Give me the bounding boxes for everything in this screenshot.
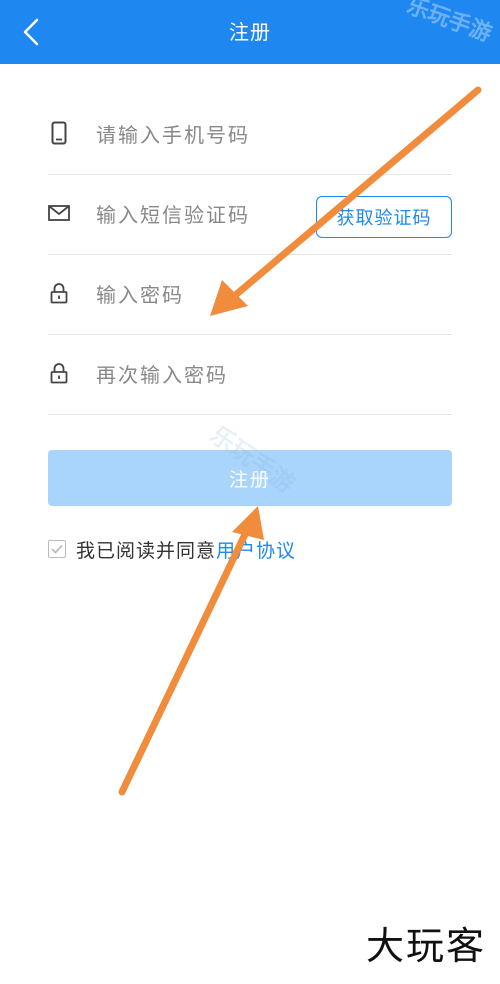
agreement-text: 我已阅读并同意	[76, 539, 217, 562]
register-page: 注册 乐玩手游 获取验证码	[0, 0, 500, 984]
brand-logo: 大玩客	[365, 924, 486, 968]
agreement-checkbox[interactable]	[48, 540, 66, 558]
sms-code-input[interactable]	[94, 194, 298, 236]
check-icon	[51, 544, 63, 554]
password-field-row	[48, 254, 452, 335]
top-bar: 注册 乐玩手游	[0, 0, 500, 64]
lock-icon	[48, 362, 70, 384]
phone-input[interactable]	[94, 114, 348, 156]
sms-field-row: 获取验证码	[48, 174, 452, 255]
user-agreement-link[interactable]: 用户协议	[216, 536, 296, 563]
confirm-password-field-row	[48, 334, 452, 415]
phone-icon	[48, 121, 70, 145]
password-input[interactable]	[94, 274, 348, 316]
mail-icon	[48, 202, 70, 224]
agreement-row: 我已阅读并同意 用户协议	[48, 534, 296, 564]
lock-icon	[48, 282, 70, 304]
phone-field-row	[48, 94, 452, 175]
confirm-password-input[interactable]	[94, 354, 348, 396]
get-code-button[interactable]: 获取验证码	[316, 196, 452, 238]
